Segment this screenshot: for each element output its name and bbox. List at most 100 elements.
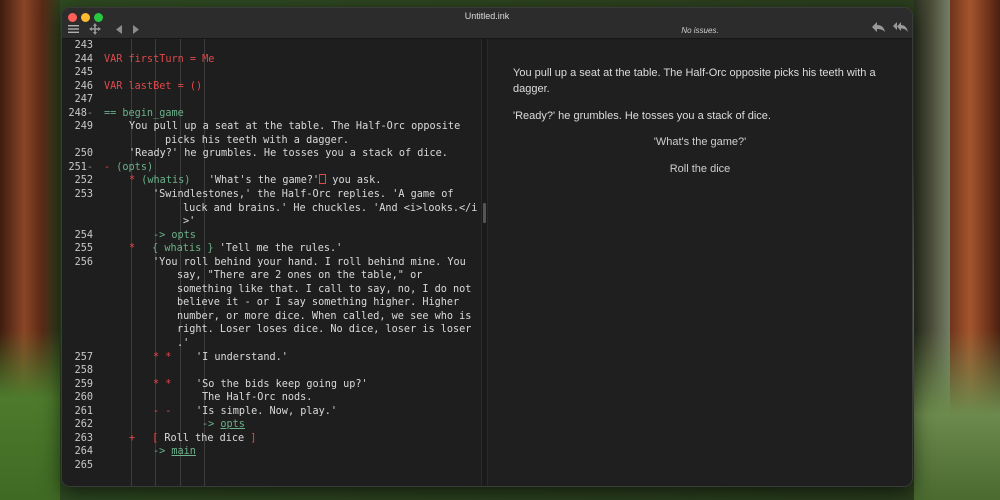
forward-arrow-icon[interactable] [132,24,139,36]
code-line-wrap: something like that. I call to say, no, … [104,283,481,297]
story-choice[interactable]: Roll the dice [488,161,912,177]
choice-star: * [129,243,136,255]
condition: { whatis } [152,243,214,255]
wallpaper-grass-left [0,330,60,500]
line-number: 255 [74,243,93,255]
line-number: 265 [74,459,93,471]
window-title: Untitled.ink [464,11,510,21]
line-number: 253 [74,189,93,201]
code-text: 'Tell me the rules.' [213,243,343,255]
code-line: * (whatis) 'What's the game?' you ask. [104,174,481,188]
choice-star: * * [153,378,172,390]
divert-arrow: -> [153,446,172,458]
gather-label: (opts) [116,161,154,173]
line-number-foldable[interactable]: 251- [62,161,96,175]
story-paragraph: You pull up a seat at the table. The Hal… [513,67,876,95]
code-line: - - 'Is simple. Now, play.' [104,405,481,419]
line-number [62,323,96,337]
line-number: 264 [74,446,93,458]
code-text: 'So the bids keep going up?' [171,378,368,390]
line-number: 256 [74,256,93,268]
code-line-wrap: >' [104,215,481,229]
code-line: The Half-Orc nods. [104,391,481,405]
code-line-wrap: right. Loser loses dice. No dice, loser … [104,323,481,337]
line-number [62,296,96,310]
choice-label: (whatis) [141,175,191,187]
code-line: * { whatis } 'Tell me the rules.' [104,242,481,256]
app-window: Untitled.ink No issues. 243 244 245 246 … [61,7,913,487]
line-number-foldable[interactable]: 248- [62,107,96,121]
divert-arrow: -> [202,419,221,431]
line-number: 260 [74,392,93,404]
line-number: 261 [74,405,93,417]
navigate-icon[interactable] [89,23,101,37]
rewind-icon[interactable] [872,21,886,35]
code-line: -> opts [104,418,481,432]
code-text: .' [177,338,190,350]
code-area[interactable]: VAR firstTurn = Me VAR lastBet = () == b… [104,39,481,486]
code-text: 'I understand.' [171,351,288,363]
line-number: 243 [74,40,93,51]
line-number: 252 [74,175,93,187]
code-line-wrap: believe it - or I say something higher. … [104,296,481,310]
wallpaper-grass-right [914,330,1000,500]
code-text: luck and brains.' He chuckles. 'And <i>l… [183,202,478,214]
line-number [62,269,96,283]
code-line-wrap: picks his teeth with a dagger. [104,134,481,148]
code-text: You pull up a seat at the table. The Hal… [129,121,461,133]
code-text: Roll the dice [158,432,251,444]
fold-toggle[interactable]: - [87,162,93,173]
divert-link-main[interactable]: main [171,446,196,457]
bracket-close: ] [250,432,257,444]
pane-splitter[interactable] [481,39,488,486]
line-number [62,202,96,216]
line-number-gutter: 243 244 245 246 247 248- 249 250 251- 25… [62,39,96,486]
code-text: something like that. I call to say, no, … [177,283,472,295]
ink-editor[interactable]: 243 244 245 246 247 248- 249 250 251- 25… [62,39,481,486]
line-number: 249 [74,121,93,133]
line-number: 259 [74,378,93,390]
title-bar: Untitled.ink No issues. [62,8,912,39]
code-line: == begin_game [104,107,184,119]
splitter-handle[interactable] [483,203,486,223]
code-text: picks his teeth with a dagger. [165,134,350,146]
code-line: - (opts) [104,161,481,175]
code-text: right. Loser loses dice. No dice, loser … [177,324,472,336]
line-number: 258 [74,365,93,377]
code-line: * * 'So the bids keep going up?' [104,378,481,392]
menu-icon[interactable] [68,24,79,36]
sticky-choice-plus: + [129,432,136,444]
code-text: you ask. [326,175,382,187]
line-number: 246 [74,80,93,92]
code-text: say, "There are 2 ones on the table," or [177,270,423,282]
rewind-all-icon[interactable] [893,21,909,35]
code-line: -> opts [104,229,481,243]
line-number [62,337,96,351]
line-number: 262 [74,419,93,431]
code-text: number, or more dice. When called, we se… [177,310,472,322]
code-text: >' [183,216,196,228]
story-choice[interactable]: 'What's the game?' [488,134,912,150]
code-line: + [ Roll the dice ] [104,432,481,446]
line-number [62,283,96,297]
code-line: 'Swindlestones,' the Half-Orc replies. '… [104,188,481,202]
issues-status: No issues. [681,26,719,35]
code-line-wrap: .' [104,337,481,351]
story-paragraph: 'Ready?' he grumbles. He tosses you a st… [513,110,771,122]
code-line-wrap: luck and brains.' He chuckles. 'And <i>l… [104,202,481,216]
code-text: 'What's the game?' [190,175,320,187]
code-line-wrap: number, or more dice. When called, we se… [104,310,481,324]
code-text: 'Is simple. Now, play.' [171,405,338,417]
code-line: 'Ready?' he grumbles. He tosses you a st… [104,147,481,161]
back-arrow-icon[interactable] [116,24,123,36]
line-number [62,134,96,148]
line-number: 254 [74,229,93,241]
code-text: 'Swindlestones,' the Half-Orc replies. '… [153,189,454,201]
story-preview: You pull up a seat at the table. The Hal… [488,39,912,486]
fold-toggle[interactable]: - [87,108,93,119]
divert-link-opts[interactable]: opts [220,419,245,430]
